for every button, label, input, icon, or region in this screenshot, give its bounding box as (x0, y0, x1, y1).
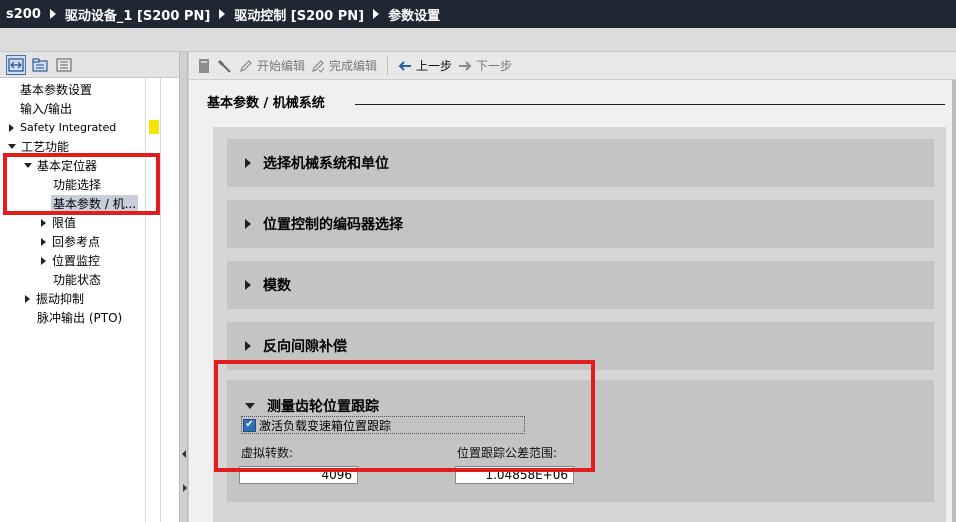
pencil-icon (240, 59, 252, 72)
vertical-scrollbar[interactable] (952, 80, 956, 522)
section-title: 模数 (263, 278, 291, 294)
section-title: 反向间隙补偿 (263, 339, 347, 355)
breadcrumb-item-drive-control[interactable]: 驱动控制 [S200 PN] (234, 5, 364, 24)
expand-arrow-icon[interactable] (245, 341, 251, 351)
tool-icon[interactable] (217, 58, 233, 74)
tree-item-label: 回参考点 (52, 235, 101, 249)
folder-view-icon[interactable] (30, 55, 50, 75)
section-mechanics-units[interactable]: 选择机械系统和单位 (227, 139, 934, 187)
previous-step-button[interactable]: 上一步 (398, 57, 452, 74)
status-marker (149, 120, 159, 134)
finish-edit-button[interactable]: 完成编辑 (311, 57, 377, 74)
pencil-check-icon (312, 59, 325, 73)
tree-item-safety-integrated[interactable]: Safety Integrated (0, 118, 180, 137)
expand-arrow-icon[interactable] (41, 256, 46, 265)
section-title: 选择机械系统和单位 (263, 156, 389, 172)
previous-step-label: 上一步 (416, 59, 453, 73)
breadcrumb-separator-icon (219, 9, 226, 19)
breadcrumb-item-device[interactable]: 驱动设备_1 [S200 PN] (65, 5, 210, 24)
tree-item-label: 基本参数设置 (20, 83, 93, 97)
tree-item-label: 脉冲输出 (PTO) (37, 311, 123, 325)
title-underline (355, 104, 945, 105)
expand-arrow-icon[interactable] (245, 280, 251, 290)
tree-item-position-monitor[interactable]: 位置监控 (0, 251, 180, 270)
expand-arrow-icon[interactable] (9, 123, 14, 132)
highlight-box (214, 360, 595, 472)
breadcrumb-separator-icon (49, 9, 56, 19)
start-edit-label: 开始编辑 (257, 59, 306, 73)
section-encoder-select[interactable]: 位置控制的编码器选择 (227, 200, 934, 248)
tree-item-io[interactable]: 输入/输出 (0, 99, 180, 118)
tree-item-label: 振动抑制 (36, 292, 85, 306)
section-title: 位置控制的编码器选择 (263, 217, 403, 233)
arrow-right-icon (459, 60, 472, 71)
expand-arrow-icon[interactable] (245, 219, 251, 229)
breadcrumb: s200 驱动设备_1 [S200 PN] 驱动控制 [S200 PN] 参数设… (0, 0, 956, 28)
sections-container: 选择机械系统和单位 位置控制的编码器选择 模数 反向间隙补偿 测量齿轮位置跟踪 … (213, 127, 946, 522)
list-view-icon[interactable] (54, 55, 74, 75)
expand-right-icon[interactable] (183, 484, 187, 492)
save-icon[interactable] (197, 58, 211, 74)
parameter-editor: 开始编辑 完成编辑 上一步 下一步 基本参数 / 机械系统 选择机械系统和单位 … (189, 52, 956, 522)
tree-item-pulse-output[interactable]: 脉冲输出 (PTO) (0, 308, 180, 327)
highlight-box (3, 153, 160, 215)
expand-arrow-icon[interactable] (25, 294, 30, 303)
arrow-left-icon (398, 60, 412, 71)
tree-item-vibration-suppression[interactable]: 振动抑制 (0, 289, 180, 308)
tree-item-limits[interactable]: 限值 (0, 213, 180, 232)
tree-item-label: 位置监控 (52, 254, 101, 268)
tree-item-label: 输入/输出 (20, 102, 73, 116)
breadcrumb-separator-icon (373, 9, 380, 19)
breadcrumb-item-project[interactable]: s200 (6, 7, 41, 22)
expand-arrow-icon[interactable] (41, 218, 46, 227)
tree-item-label: Safety Integrated (20, 121, 117, 134)
tree-item-label: 功能状态 (53, 273, 102, 287)
section-modulo[interactable]: 模数 (227, 261, 934, 309)
start-edit-button[interactable]: 开始编辑 (239, 57, 305, 74)
expand-arrow-icon[interactable] (245, 158, 251, 168)
toolbar-separator (387, 56, 389, 75)
finish-edit-label: 完成编辑 (329, 59, 378, 73)
editor-toolbar: 开始编辑 完成编辑 上一步 下一步 (189, 52, 956, 80)
collapse-left-icon[interactable] (182, 450, 186, 458)
sync-view-icon[interactable] (6, 54, 26, 75)
next-step-label: 下一步 (476, 59, 513, 73)
parameter-tree-panel: 基本参数设置 输入/输出 Safety Integrated 工艺功能 基本定位… (0, 52, 180, 522)
collapse-arrow-icon[interactable] (8, 144, 16, 149)
toolbar-band (0, 28, 956, 52)
breadcrumb-item-parameters[interactable]: 参数设置 (388, 5, 440, 24)
expand-arrow-icon[interactable] (41, 237, 46, 246)
panel-splitter[interactable] (181, 52, 188, 522)
next-step-button[interactable]: 下一步 (458, 57, 512, 74)
tree-item-basic-params[interactable]: 基本参数设置 (0, 80, 180, 99)
tree-item-homing[interactable]: 回参考点 (0, 232, 180, 251)
page-title: 基本参数 / 机械系统 (207, 96, 325, 111)
tree-item-label: 限值 (52, 216, 77, 230)
tree-toolbar (0, 52, 179, 78)
tree-item-function-status[interactable]: 功能状态 (0, 270, 180, 289)
